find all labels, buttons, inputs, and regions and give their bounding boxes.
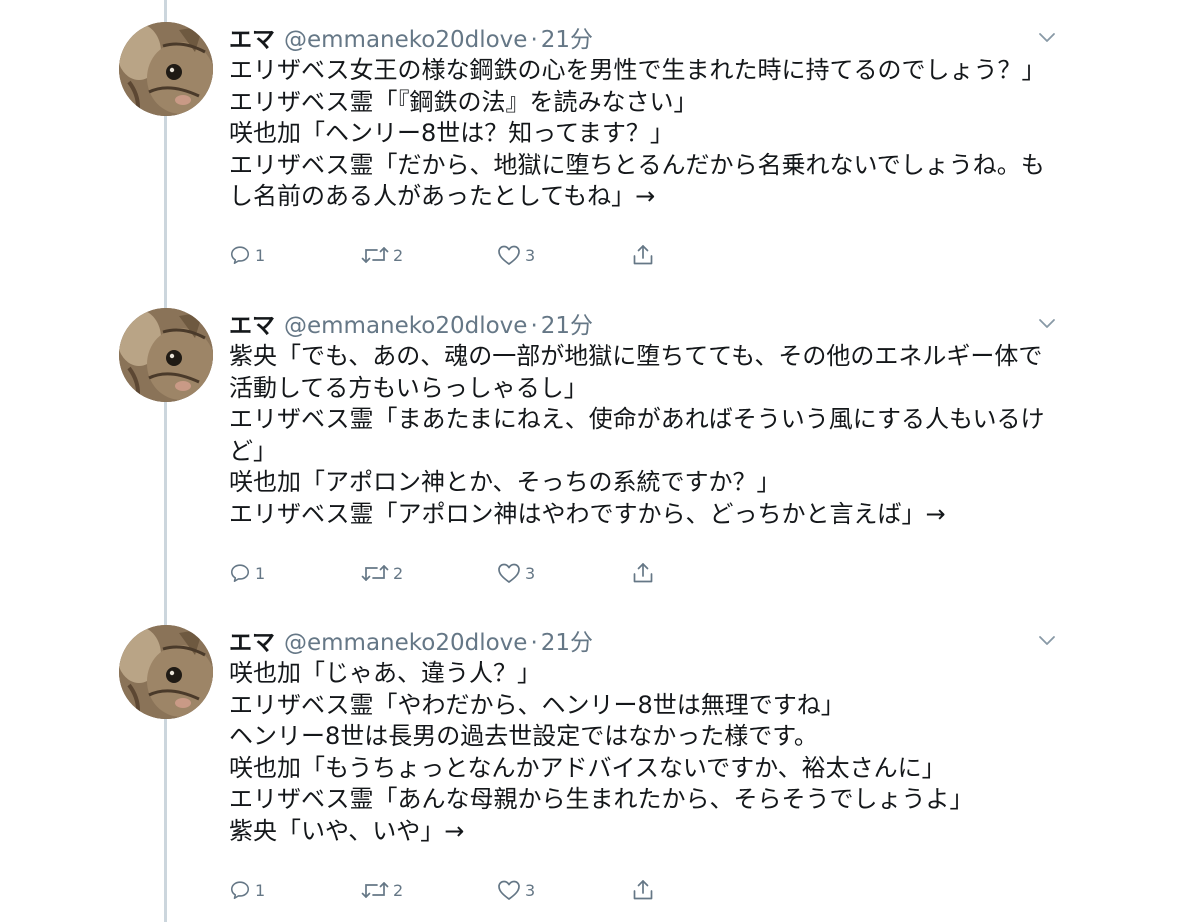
tweet-text-line: エリザベス霊「『鋼鉄の法』を読みなさい」 (229, 87, 698, 116)
cat-avatar-image (119, 308, 213, 402)
cat-avatar-image (119, 22, 213, 116)
author-handle[interactable]: @emmaneko20dlove (284, 313, 527, 339)
tweet-text-line: 紫央「いや、いや」→ (229, 816, 465, 845)
reply-button[interactable]: 1 (229, 240, 265, 270)
thread-line (164, 0, 167, 922)
tweet-text-line: ど」 (229, 436, 277, 465)
like-count: 3 (525, 880, 536, 900)
tweet-header: エマ @emmaneko20dlove · 21分 (229, 623, 593, 657)
tweet-actions: 1 2 3 (229, 558, 689, 588)
tweet-actions: 1 2 3 (229, 240, 689, 270)
retweet-icon (361, 247, 389, 263)
tweet-text-line: し名前のある人があったとしてもね」→ (229, 182, 656, 210)
tweet-text-line: 活動してる方もいらっしゃるし」 (229, 373, 588, 402)
chevron-down-icon[interactable] (1037, 28, 1057, 48)
reply-icon (230, 246, 250, 265)
like-button[interactable]: 3 (497, 558, 535, 588)
tweet-text-line: 咲也加「もうちょっとなんかアドバイスないですか、裕太さんに」 (229, 753, 946, 782)
heart-icon (498, 880, 520, 900)
reply-count: 1 (255, 563, 266, 583)
share-icon (633, 880, 653, 900)
timestamp[interactable]: 21分 (541, 306, 593, 340)
reply-button[interactable]: 1 (229, 558, 265, 588)
tweet-header: エマ @emmaneko20dlove · 21分 (229, 20, 593, 54)
share-button[interactable] (631, 558, 655, 588)
author-name[interactable]: エマ (229, 306, 275, 340)
avatar[interactable] (119, 308, 213, 402)
reply-icon (230, 881, 250, 900)
tweet-text-line: エリザベス霊「まあたまにねえ、使命があればそういう風にする人もいるけ (229, 405, 1045, 433)
tweet-text: 紫央「でも、あの、魂の一部が地獄に堕ちてても、その他のエネルギー体で 活動してる… (229, 341, 1069, 530)
tweet-text-line: 咲也加「ヘンリー8世は？知ってます？」 (229, 119, 674, 147)
tweet-text-line: エリザベス女王の様な鋼鉄の心を男性で生まれた時に持てるのでしょう？」 (229, 56, 1046, 84)
retweet-button[interactable]: 2 (361, 558, 403, 588)
tweet-text: エリザベス女王の様な鋼鉄の心を男性で生まれた時に持てるのでしょう？」 エリザベス… (229, 55, 1069, 213)
like-count: 3 (525, 563, 536, 583)
like-button[interactable]: 3 (497, 875, 535, 905)
tweet-text-line: エリザベス霊「あんな母親から生まれたから、そらそうでしょうよ」 (229, 785, 974, 813)
retweet-count: 2 (393, 245, 404, 265)
retweet-button[interactable]: 2 (361, 875, 403, 905)
reply-button[interactable]: 1 (229, 875, 265, 905)
retweet-icon (361, 565, 389, 581)
like-button[interactable]: 3 (497, 240, 535, 270)
tweet-text-line: 咲也加「アポロン神とか、そっちの系統ですか？」 (229, 468, 781, 496)
retweet-button[interactable]: 2 (361, 240, 403, 270)
share-icon (633, 245, 653, 265)
retweet-count: 2 (393, 880, 404, 900)
tweet-text-line: エリザベス霊「だから、地獄に堕ちとるんだから名乗れないでしょうね。も (229, 150, 1045, 179)
heart-icon (498, 563, 520, 583)
heart-icon (498, 245, 520, 265)
retweet-icon (361, 882, 389, 898)
tweet-text-line: ヘンリー8世は長男の過去世設定ではなかった様です。 (229, 722, 818, 750)
reply-icon (230, 564, 250, 583)
cat-avatar-image (119, 625, 213, 719)
share-button[interactable] (631, 875, 655, 905)
time-separator: · (530, 313, 538, 339)
author-name[interactable]: エマ (229, 623, 275, 657)
tweet-text-line: 紫央「でも、あの、魂の一部が地獄に堕ちてても、その他のエネルギー体で (229, 342, 1043, 370)
author-name[interactable]: エマ (229, 20, 275, 54)
tweet-text-line: エリザベス霊「アポロン神はやわですから、どっちかと言えば」→ (229, 499, 946, 528)
retweet-count: 2 (393, 563, 404, 583)
reply-count: 1 (255, 245, 266, 265)
author-handle[interactable]: @emmaneko20dlove (284, 630, 527, 656)
tweet-header: エマ @emmaneko20dlove · 21分 (229, 306, 593, 340)
chevron-down-icon[interactable] (1037, 314, 1057, 334)
time-separator: · (530, 630, 538, 656)
time-separator: · (530, 27, 538, 53)
reply-count: 1 (255, 880, 266, 900)
tweet-text-line: エリザベス霊「やわだから、ヘンリー8世は無理ですね」 (229, 690, 845, 719)
share-button[interactable] (631, 240, 655, 270)
avatar[interactable] (119, 625, 213, 719)
like-count: 3 (525, 245, 536, 265)
chevron-down-icon[interactable] (1037, 631, 1057, 651)
share-icon (633, 563, 653, 583)
timestamp[interactable]: 21分 (541, 20, 593, 54)
tweet-actions: 1 2 3 (229, 875, 689, 905)
author-handle[interactable]: @emmaneko20dlove (284, 27, 527, 53)
avatar[interactable] (119, 22, 213, 116)
timestamp[interactable]: 21分 (541, 623, 593, 657)
tweet-text-line: 咲也加「じゃあ、違う人？」 (229, 659, 541, 687)
tweet-text: 咲也加「じゃあ、違う人？」 エリザベス霊「やわだから、ヘンリー8世は無理ですね」… (229, 658, 1069, 847)
